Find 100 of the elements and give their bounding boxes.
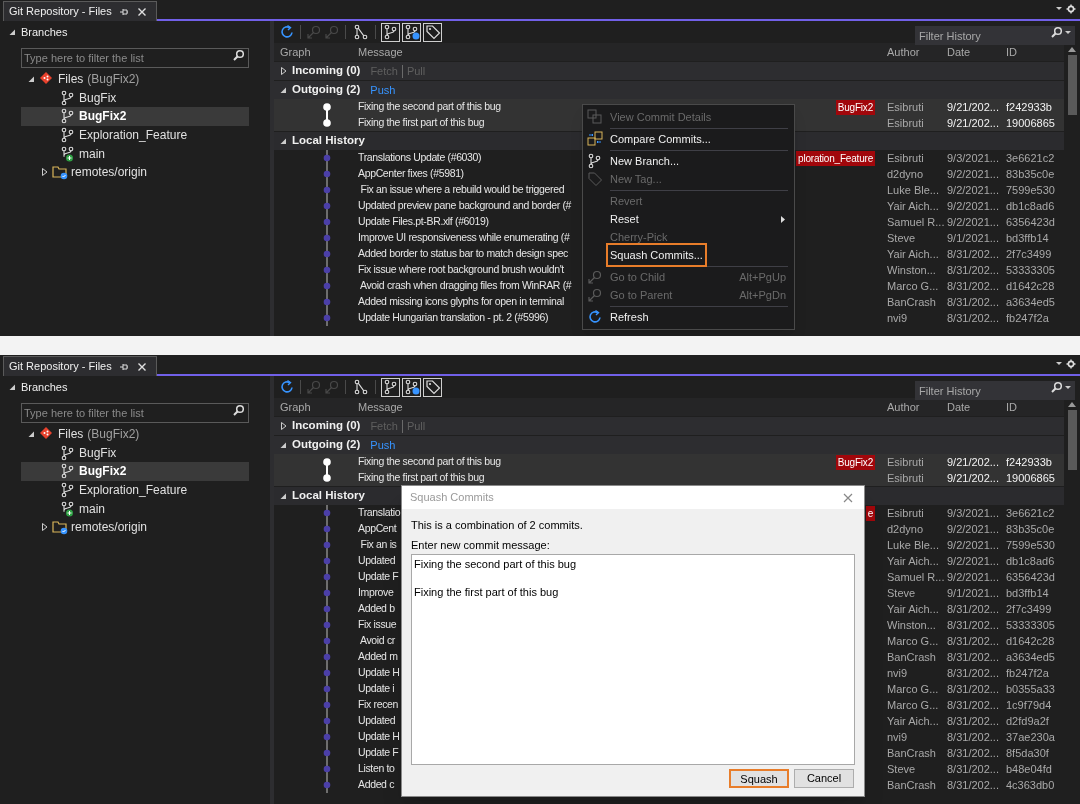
collapsed-icon[interactable]: [279, 421, 288, 431]
commit-message[interactable]: Fix issue where root background brush wouldn't: [358, 262, 564, 279]
search-icon[interactable]: [232, 49, 244, 61]
expanded-icon[interactable]: [8, 382, 17, 392]
document-tab[interactable]: Git Repository - Files: [3, 356, 157, 376]
column-header[interactable]: Message: [358, 43, 887, 61]
commit-message[interactable]: Fix an issue where a rebuild would be triggered: [358, 182, 565, 199]
column-header[interactable]: Graph: [274, 398, 358, 416]
dropdown-icon[interactable]: [1055, 4, 1063, 12]
settings-icon[interactable]: [1066, 359, 1076, 369]
commit-message[interactable]: Added m: [358, 649, 398, 666]
commit-message[interactable]: Update H: [358, 729, 400, 746]
branch-label: main: [79, 145, 105, 163]
commit-message[interactable]: Fix recen: [358, 697, 399, 714]
expanded-icon[interactable]: [8, 27, 17, 37]
commit-message[interactable]: Improve: [358, 585, 394, 602]
commit-message[interactable]: Improve UI responsiveness while enumerating (#: [358, 230, 570, 247]
commit-message[interactable]: Fixing the first part of this bug: [358, 470, 485, 487]
column-header[interactable]: ID: [1006, 43, 1064, 61]
column-header[interactable]: ID: [1006, 398, 1064, 416]
commit-message[interactable]: Fixing the second part of this bug: [358, 99, 501, 116]
tree-item[interactable]: BugFix: [21, 443, 249, 463]
commit-message[interactable]: AppCent: [358, 521, 397, 538]
commit-message[interactable]: Listen to: [358, 761, 395, 778]
menu-item[interactable]: Compare Commits...: [583, 130, 794, 148]
expanded-icon[interactable]: [27, 429, 36, 440]
search-icon[interactable]: [1050, 380, 1062, 393]
commit-message[interactable]: Update Hungarian translation - pt. 2 (#5996): [358, 310, 549, 327]
collapsed-icon[interactable]: [40, 522, 49, 533]
tree-item[interactable]: BugFix2: [21, 107, 249, 126]
tree-item[interactable]: BugFix: [21, 88, 249, 108]
refresh-icon[interactable]: [279, 379, 295, 395]
action-link[interactable]: Push: [370, 81, 396, 99]
scrollbar-thumb[interactable]: [1067, 410, 1077, 470]
commit-message[interactable]: Fix issue: [358, 617, 397, 634]
collapsed-icon[interactable]: [40, 167, 49, 178]
commit-message[interactable]: Updated preview pane background and border (#: [358, 198, 572, 215]
menu-item[interactable]: Squash Commits...: [583, 246, 794, 264]
column-header[interactable]: Message: [358, 398, 887, 416]
tree-item[interactable]: BugFix2: [21, 462, 249, 481]
expanded-icon[interactable]: [279, 440, 288, 450]
author-cell-text: Esibruti: [887, 506, 925, 521]
column-header[interactable]: Author: [887, 43, 947, 61]
menu-item[interactable]: Refresh: [583, 308, 794, 326]
commit-message[interactable]: Fixing the first part of this bug: [358, 115, 485, 132]
action-link[interactable]: Push: [370, 436, 396, 454]
menu-item[interactable]: New Branch...: [583, 152, 794, 170]
commit-message[interactable]: Updated: [358, 553, 396, 570]
expanded-icon[interactable]: [27, 74, 36, 85]
commit-message[interactable]: Fix an is: [358, 537, 397, 554]
commit-message[interactable]: Translations Update (#6030): [358, 150, 482, 167]
column-header[interactable]: Date: [947, 398, 1006, 416]
commit-message[interactable]: Avoid cr: [358, 633, 395, 650]
tree-item[interactable]: remotes/origin: [21, 517, 249, 537]
tree-item[interactable]: Exploration_Feature: [21, 480, 249, 500]
column-header[interactable]: Date: [947, 43, 1006, 61]
commit-message[interactable]: Avoid crash when dragging files from WinRAR (#: [358, 278, 572, 295]
message-field[interactable]: Fixing the second part of this bug Fixing the first part of this bug: [411, 554, 855, 765]
commit-message[interactable]: Added c: [358, 777, 395, 794]
collapsed-icon[interactable]: [279, 66, 288, 76]
tree-item[interactable]: Files (BugFix2): [21, 70, 249, 89]
commit-message[interactable]: Added border to status bar to match design spec: [358, 246, 569, 263]
commit-message[interactable]: AppCenter fixes (#5981): [358, 166, 464, 183]
tree-item[interactable]: remotes/origin: [21, 162, 249, 182]
commit-message[interactable]: Update Files.pt-BR.xlf (#6019): [358, 214, 489, 231]
commit-message[interactable]: Added b: [358, 601, 395, 618]
column-header[interactable]: Author: [887, 398, 947, 416]
filter-field[interactable]: Type here to filter the list: [21, 403, 249, 423]
expanded-icon[interactable]: [279, 85, 288, 95]
close-icon[interactable]: [135, 5, 148, 18]
search-icon[interactable]: [232, 404, 244, 416]
commit-message[interactable]: Update F: [358, 745, 399, 762]
search-field[interactable]: Filter History: [915, 26, 1075, 45]
document-tab[interactable]: Git Repository - Files: [3, 1, 157, 21]
settings-icon[interactable]: [1066, 4, 1076, 14]
commit-message[interactable]: Update H: [358, 665, 400, 682]
close-icon[interactable]: [135, 360, 148, 373]
tree-item[interactable]: Exploration_Feature: [21, 125, 249, 145]
commit-message[interactable]: Update F: [358, 569, 399, 586]
column-header[interactable]: Graph: [274, 43, 358, 61]
dropdown-icon[interactable]: [1055, 359, 1063, 367]
dialog-button[interactable]: Cancel: [794, 769, 854, 788]
menu-item[interactable]: Reset: [583, 210, 794, 228]
commit-message[interactable]: Translatio: [358, 505, 401, 522]
tree-item[interactable]: main: [21, 144, 249, 163]
scrollbar-thumb[interactable]: [1067, 55, 1077, 115]
search-field[interactable]: Filter History: [915, 381, 1075, 400]
dialog-button[interactable]: Squash: [729, 769, 789, 788]
tree-item[interactable]: main: [21, 499, 249, 518]
author-cell-text: Samuel R...: [887, 215, 946, 230]
commit-message[interactable]: Updated: [358, 713, 396, 730]
commit-message[interactable]: Added missing icons glyphs for open in terminal: [358, 294, 564, 311]
tree-item[interactable]: Files (BugFix2): [21, 425, 249, 444]
expanded-icon[interactable]: [279, 136, 288, 146]
search-icon[interactable]: [1050, 25, 1062, 38]
commit-message[interactable]: Fixing the second part of this bug: [358, 454, 501, 471]
refresh-icon[interactable]: [279, 24, 295, 40]
filter-field[interactable]: Type here to filter the list: [21, 48, 249, 68]
commit-message[interactable]: Update i: [358, 681, 395, 698]
expanded-icon[interactable]: [279, 491, 288, 501]
